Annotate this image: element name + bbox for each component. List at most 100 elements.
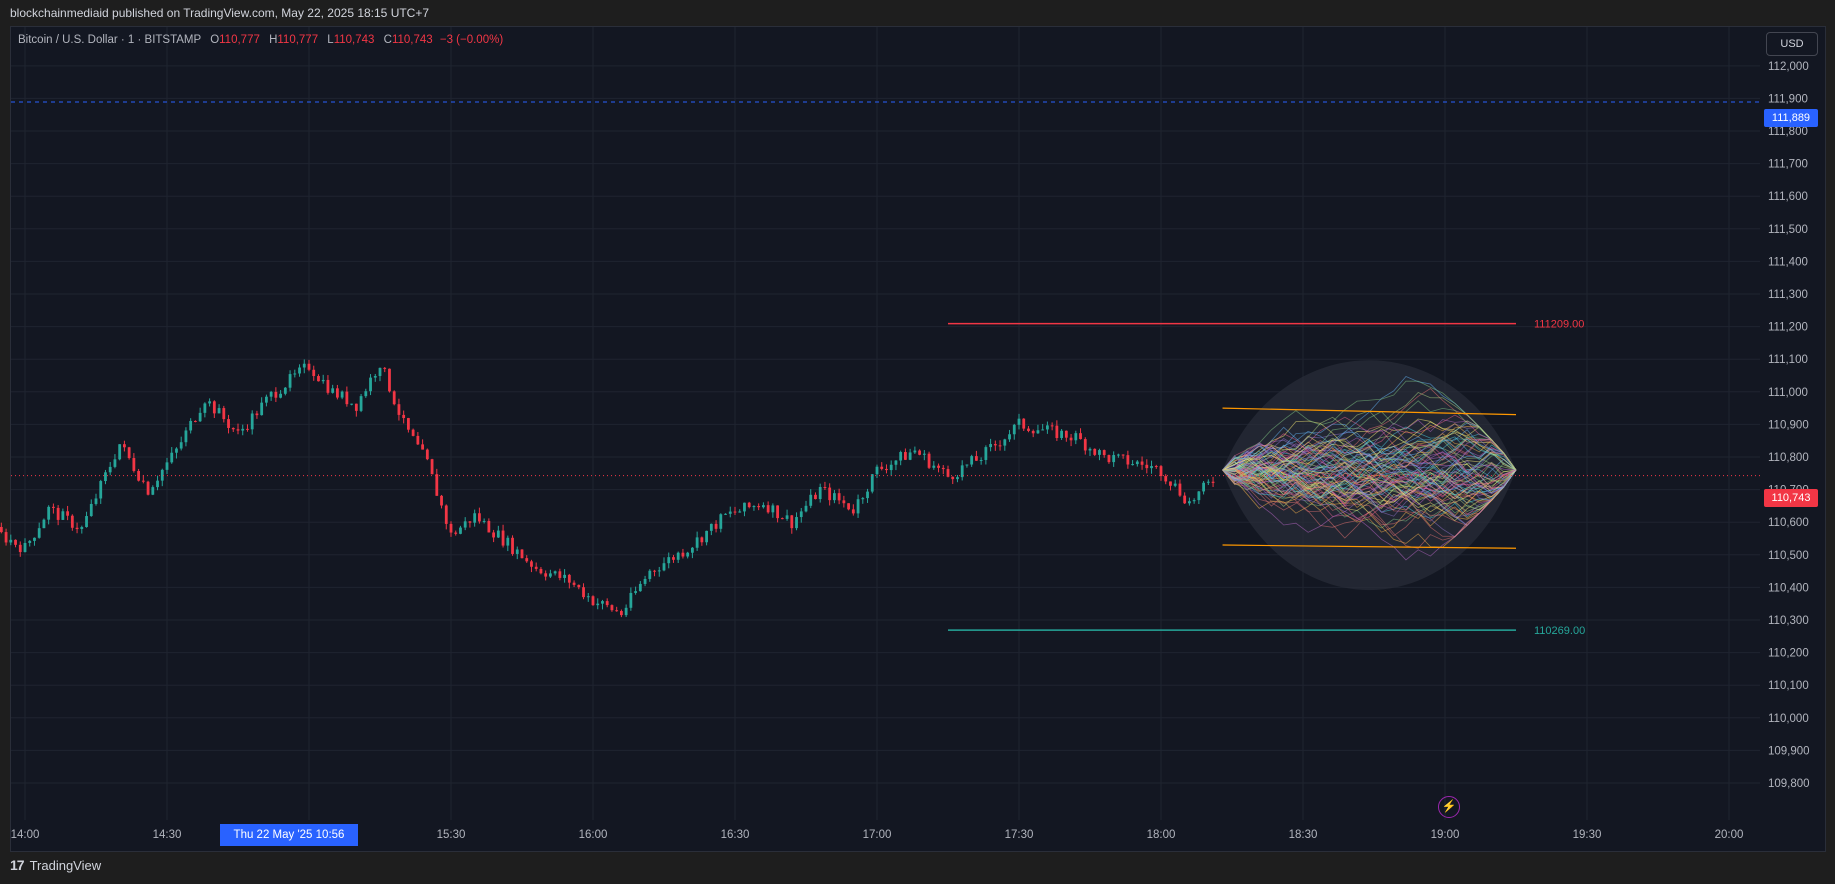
candle-body <box>728 511 732 514</box>
candle-body <box>1102 450 1106 456</box>
candle-body <box>771 505 775 513</box>
candle-body <box>567 574 571 583</box>
y-tick-label: 110,100 <box>1768 680 1809 692</box>
candle-body <box>601 601 604 604</box>
candle-body <box>1107 455 1111 463</box>
y-tick-label: 111,000 <box>1768 387 1808 399</box>
symbol-name[interactable]: Bitcoin / U.S. Dollar · 1 · BITSTAMP <box>18 34 201 46</box>
candle-body <box>582 587 585 598</box>
candle-body <box>610 605 614 611</box>
candle-body <box>99 481 103 499</box>
candle-body <box>785 515 789 519</box>
candle-body <box>880 466 884 469</box>
candle-body <box>1041 429 1045 431</box>
candle-body <box>1126 455 1130 465</box>
candle-body <box>1027 428 1030 431</box>
candle-body <box>156 480 159 488</box>
candle-body <box>856 499 860 514</box>
tradingview-logo[interactable]: 17 TradingView <box>10 857 101 873</box>
candle-body <box>246 428 249 430</box>
candle-body <box>331 388 335 393</box>
candle-body <box>194 420 197 422</box>
candle-body <box>1093 448 1097 455</box>
candle-body <box>1135 461 1139 465</box>
x-tick-label: 17:30 <box>1005 829 1034 841</box>
y-tick-label: 111,600 <box>1768 191 1808 203</box>
candle-body <box>586 596 590 598</box>
candle-body <box>1145 464 1149 469</box>
price-chart[interactable]: 112,000 111,900 111,800 111,700 111,600 111,5… <box>0 0 1835 884</box>
candle-body <box>1079 433 1082 440</box>
candle-body <box>416 435 420 445</box>
candle-body <box>837 493 841 501</box>
candle-body <box>317 376 320 382</box>
candle-body <box>1164 476 1168 482</box>
x-tick-label: 18:00 <box>1147 829 1176 841</box>
candle-body <box>998 445 1002 447</box>
candle-body <box>818 487 822 500</box>
candle-body <box>236 429 240 431</box>
candle-body <box>1117 454 1120 456</box>
candle-body <box>170 452 174 463</box>
candle-body <box>260 402 264 416</box>
candle-body <box>1202 482 1205 492</box>
candle-body <box>302 363 306 368</box>
candle-body <box>686 552 690 557</box>
symbol-legend: Bitcoin / U.S. Dollar · 1 · BITSTAMP O11… <box>18 34 503 46</box>
tradingview-brand: TradingView <box>29 857 102 873</box>
candle-body <box>1074 433 1078 441</box>
candle-body <box>1154 466 1158 468</box>
candle-body <box>407 418 410 430</box>
candle-body <box>203 403 207 413</box>
candle-body <box>648 570 652 579</box>
candle-body <box>108 466 112 473</box>
candle-body <box>1046 425 1049 430</box>
candle-body <box>714 523 718 529</box>
candle-body <box>875 466 879 475</box>
candle-body <box>549 573 552 577</box>
currency-button[interactable]: USD <box>1766 32 1818 56</box>
candle-body <box>0 526 3 533</box>
range-annotation-label: 111209.00 <box>1534 319 1584 331</box>
candle-body <box>757 506 761 508</box>
x-tick-label: 17:00 <box>863 829 892 841</box>
candle-body <box>908 452 912 460</box>
candle-body <box>899 452 903 461</box>
candle-body <box>653 570 656 572</box>
candle-body <box>283 387 287 394</box>
y-tick-label: 111,400 <box>1768 256 1808 268</box>
candle-body <box>345 391 349 405</box>
candle-body <box>1183 495 1187 504</box>
candle-body <box>1017 418 1021 425</box>
x-tick-label: 14:30 <box>153 829 182 841</box>
x-tick-label: 16:30 <box>721 829 750 841</box>
candle-body <box>89 503 93 517</box>
footer-bar <box>0 852 1835 884</box>
candle-body <box>1211 481 1215 483</box>
candle-body <box>288 374 292 388</box>
candle-body <box>842 500 846 504</box>
lightning-alert-icon[interactable]: ⚡ <box>1438 796 1460 818</box>
candle-body <box>984 447 988 460</box>
candle-body <box>643 578 647 584</box>
candle-body <box>563 574 566 578</box>
candle-body <box>496 530 500 538</box>
candle-body <box>534 566 538 569</box>
tradingview-logo-icon: 17 <box>10 857 25 873</box>
candle-body <box>525 558 529 562</box>
candle-body <box>870 474 874 492</box>
candle-body <box>1121 454 1125 456</box>
candle-body <box>672 557 675 560</box>
y-tick-label: 109,900 <box>1768 745 1810 757</box>
candle-body <box>662 563 666 571</box>
candle-body <box>312 369 316 377</box>
candle-body <box>501 530 505 546</box>
candle-body <box>577 584 581 588</box>
candle-body <box>255 413 259 416</box>
candle-body <box>430 459 434 475</box>
candle-body <box>1140 461 1144 465</box>
candle-body <box>1060 430 1063 438</box>
y-tick-label: 110,300 <box>1768 615 1809 627</box>
candle-body <box>1064 430 1068 438</box>
candle-body <box>922 453 926 455</box>
